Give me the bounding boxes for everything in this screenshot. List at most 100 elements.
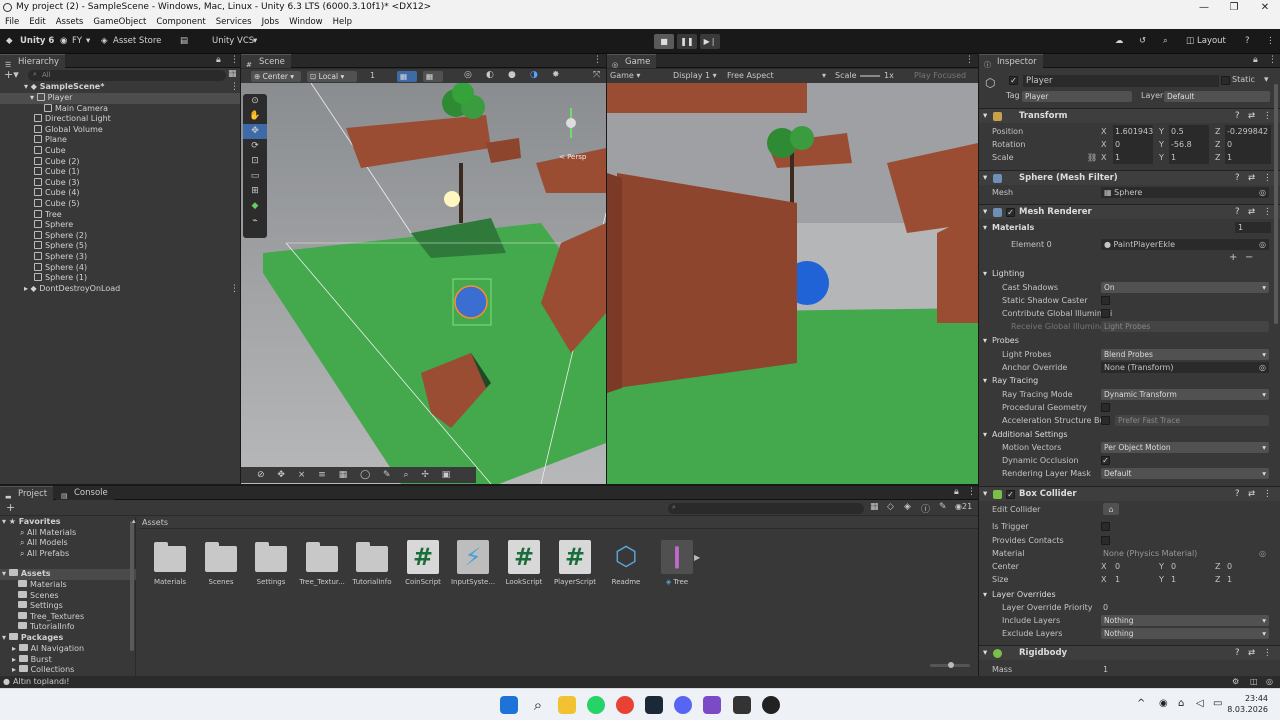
frame-icon[interactable]: ▣ (442, 470, 451, 480)
transform-tool-icon[interactable]: ⊞ (243, 184, 267, 199)
filter-label-icon[interactable]: ◇ (887, 502, 894, 512)
menu-edit[interactable]: Edit (24, 15, 50, 29)
additional-section[interactable]: ▾ Additional Settings (983, 428, 1068, 441)
hierarchy-item[interactable]: Sphere (5) (34, 241, 87, 252)
network-icon[interactable]: ⌂ (1178, 698, 1184, 709)
help-icon[interactable]: ? (1235, 205, 1240, 220)
lighting-section[interactable]: ▾ Lighting (983, 267, 1024, 280)
tab-scene[interactable]: # Scene (241, 54, 291, 69)
discord-icon[interactable] (674, 696, 692, 714)
search-icon[interactable]: ⌕ (529, 696, 547, 714)
menu-services[interactable]: Services (211, 15, 257, 29)
favorite-item[interactable]: ⌕ All Materials (20, 528, 76, 539)
display-dropdown[interactable]: Display 1 ▾ (673, 69, 717, 83)
packages-root[interactable]: ▾ Packages (2, 633, 63, 644)
mesh-renderer-enabled-checkbox[interactable]: ✓ (1006, 208, 1015, 217)
favorites-root[interactable]: ▾ ★ Favorites (2, 517, 61, 528)
accel-checkbox[interactable] (1101, 416, 1110, 425)
play-button[interactable]: ■ (654, 34, 674, 49)
hierarchy-item[interactable]: Main Camera (44, 103, 108, 115)
menu-help[interactable]: Help (328, 15, 357, 29)
space-dropdown[interactable]: ⊡ Local ▾ (307, 71, 357, 82)
sphere-icon[interactable]: ◯ (360, 470, 370, 480)
expand-prefab-icon[interactable]: ▶ (694, 553, 700, 562)
account-icon[interactable]: ◉ (60, 34, 67, 49)
rlm-dropdown[interactable]: Default ▾ (1101, 468, 1269, 479)
favorite-item[interactable]: ⌕ All Models (20, 538, 68, 549)
mesh-filter-header[interactable]: ▾ Sphere (Mesh Filter)? ⇄ ⋮ (979, 170, 1280, 185)
menu-gameobject[interactable]: GameObject (88, 15, 151, 29)
unity-hub-icon[interactable] (762, 696, 780, 714)
aspect-dropdown[interactable]: Free Aspect (727, 69, 774, 83)
hierarchy-item[interactable]: ▾ Player (30, 93, 72, 104)
move-icon[interactable]: ✥ (277, 470, 285, 480)
size-x-field[interactable]: 1 (1113, 573, 1153, 586)
scale-tool-icon[interactable]: ⊡ (243, 154, 267, 169)
move-tool-icon[interactable]: ✥ (243, 124, 267, 139)
package-item[interactable]: ▸ AI Navigation (12, 644, 84, 655)
asset-folder-item[interactable]: TutorialInfo (18, 622, 75, 633)
active-checkbox[interactable]: ✓ (1009, 76, 1018, 85)
tab-hierarchy[interactable]: ☰ Hierarchy (0, 54, 66, 69)
tree-scrollbar[interactable] (130, 521, 134, 651)
size-y-field[interactable]: 1 (1169, 573, 1209, 586)
assets-root[interactable]: ▾ Assets (2, 569, 51, 580)
position-y-field[interactable]: 0.5 (1169, 125, 1209, 138)
static-checkbox[interactable] (1221, 76, 1230, 85)
light-probes-dropdown[interactable]: Blend Probes ▾ (1101, 349, 1269, 360)
rotation-y-field[interactable]: -56.8 (1169, 138, 1209, 151)
object-name-field[interactable]: Player (1023, 75, 1219, 87)
kebab-icon[interactable]: ⋮ (1263, 646, 1272, 661)
contribute-gi-checkbox[interactable] (1101, 309, 1110, 318)
exclude-dropdown[interactable]: Nothing ▾ (1101, 628, 1269, 639)
is-trigger-checkbox[interactable] (1101, 522, 1110, 531)
add-icon[interactable]: +▾ (4, 69, 19, 80)
snap-value[interactable]: 1 (370, 71, 375, 80)
history-icon[interactable]: ↺ (1139, 34, 1146, 49)
persp-label[interactable]: < Persp (559, 153, 586, 161)
center-y-field[interactable]: 0 (1169, 560, 1209, 573)
include-dropdown[interactable]: Nothing ▾ (1101, 615, 1269, 626)
hierarchy-item[interactable]: Cube (3) (34, 177, 80, 189)
info-icon[interactable]: ⓘ (921, 502, 930, 515)
add-element-button[interactable]: + (1229, 252, 1237, 263)
anchor-field[interactable]: None (Transform) ◎ (1101, 362, 1269, 373)
sphere-icon[interactable]: ● (508, 70, 516, 80)
kebab-icon[interactable]: ⋮ (1268, 55, 1277, 65)
hierarchy-item[interactable]: Plane (34, 135, 67, 146)
pan-icon[interactable]: ✢ (421, 470, 429, 480)
project-search-input[interactable]: ⌕ (668, 503, 864, 514)
maximize-button[interactable]: ❐ (1219, 0, 1249, 15)
view-tool-icon[interactable]: ⊙ (243, 94, 267, 109)
hierarchy-item[interactable]: Cube (34, 146, 66, 157)
hierarchy-search-input[interactable]: ⌕ All (28, 70, 226, 81)
grid-visibility-button[interactable]: ▦ (423, 71, 443, 82)
size-z-field[interactable]: 1 (1225, 573, 1271, 586)
hierarchy-item[interactable]: Directional Light (34, 114, 111, 125)
preset-icon[interactable]: ⇄ (1248, 171, 1255, 186)
asset-inputsystem[interactable]: ⚡ InputSyste... (448, 540, 498, 586)
kebab-icon[interactable]: ⋮ (965, 55, 974, 65)
filter-type-icon[interactable]: ▦ (870, 502, 879, 512)
scene-root[interactable]: ▾ ◆ SampleScene* (24, 82, 104, 93)
layer-dropdown[interactable]: Default (1164, 91, 1270, 102)
brush-icon[interactable]: ✎ (383, 470, 391, 480)
asset-tutorialinfo[interactable]: TutorialInfo (347, 540, 397, 586)
hierarchy-item[interactable]: Cube (1) (34, 167, 80, 178)
rigidbody-header[interactable]: ▾ Rigidbody? ⇄ ⋮ (979, 645, 1280, 660)
status-message[interactable]: Altın toplandı! (13, 676, 69, 688)
tag-icon[interactable]: ◈ (904, 502, 911, 512)
preset-icon[interactable]: ⇄ (1248, 646, 1255, 661)
kebab-icon[interactable]: ⋮ (1263, 205, 1272, 220)
package-item[interactable]: ▸ Burst (12, 654, 52, 666)
lighting-icon[interactable]: ◑ (530, 70, 538, 80)
filter-icon[interactable]: ▦ (228, 69, 237, 79)
contacts-checkbox[interactable] (1101, 536, 1110, 545)
menu-jobs[interactable]: Jobs (257, 15, 285, 29)
asset-folder-item[interactable]: Scenes (18, 590, 59, 602)
tab-game[interactable]: ◎ Game (607, 54, 657, 69)
scale-x-field[interactable]: 1 (1113, 151, 1153, 164)
tag-dropdown[interactable]: Player (1022, 91, 1132, 102)
hierarchy-item[interactable]: Cube (2) (34, 156, 80, 168)
asset-lookscript[interactable]: # LookScript (499, 540, 549, 586)
